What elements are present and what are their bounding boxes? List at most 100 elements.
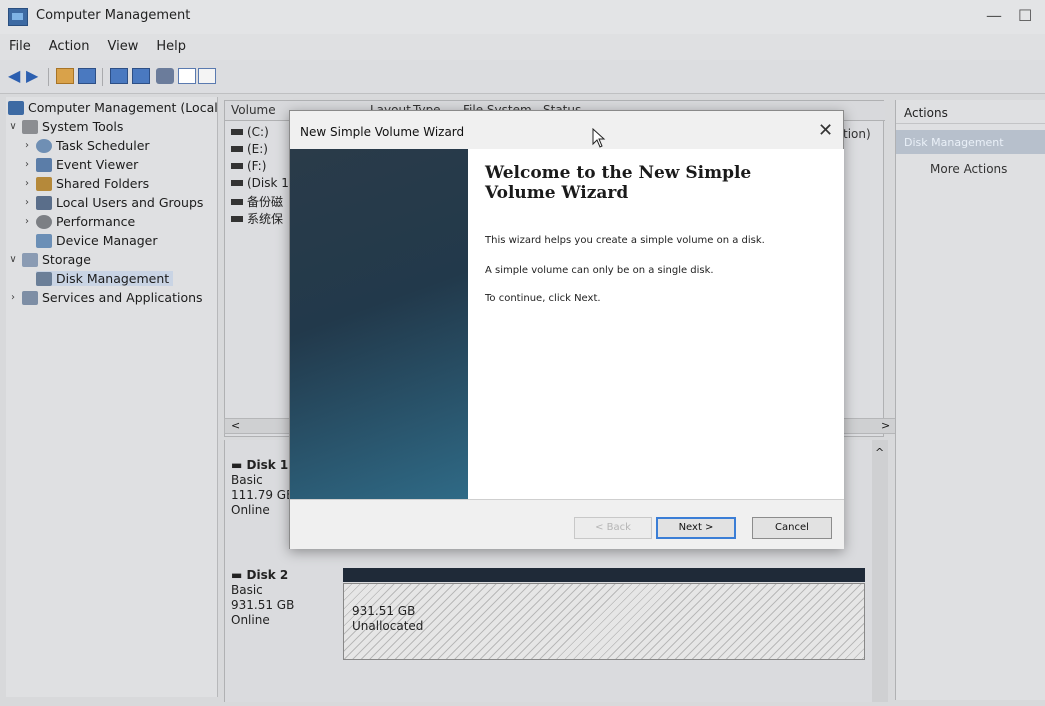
disk-icon: ▬ [231,458,247,472]
actions-header: Actions [896,100,1045,124]
computer-management-icon [8,8,28,26]
tree-performance[interactable]: › Performance [22,214,135,229]
chevron-down-icon[interactable]: ∨ [8,254,18,265]
computer-management-icon [8,100,24,115]
maximize-button[interactable]: ☐ [1018,6,1032,25]
toolbar: ◀ ▶ [0,60,1045,94]
tree-services[interactable]: › Services and Applications [8,290,203,305]
disk1-size: 111.79 GB [231,488,295,502]
partition-state: Unallocated [352,619,424,633]
properties-icon[interactable] [132,68,150,84]
tree-task-scheduler[interactable]: › Task Scheduler [22,138,150,153]
actions-pane: Actions Disk Management More Actions [895,100,1045,700]
shared-folder-icon [36,176,52,191]
wizard-text-3: To continue, click Next. [485,293,601,304]
tree-device-manager[interactable]: Device Manager [36,233,158,248]
disk2-name: Disk 2 [246,568,289,582]
disk1-state: Online [231,503,270,517]
column-capacity-tail: tion) [843,127,871,141]
forward-arrow-icon[interactable]: ▶ [26,68,44,84]
back-button[interactable]: < Back [574,517,652,539]
actions-disk-management[interactable]: Disk Management [896,130,1045,154]
volume-row[interactable]: (C:) [231,125,269,139]
performance-icon [36,214,52,229]
tree-system-tools[interactable]: ∨ System Tools [8,119,123,134]
menu-view[interactable]: View [98,34,147,60]
column-volume[interactable]: Volume [231,103,276,117]
wizard-banner-image [290,149,468,499]
tree-disk-management[interactable]: Disk Management [36,271,174,286]
wizard-heading: Welcome to the New Simple Volume Wizard [485,163,752,203]
checkbox-icon[interactable] [178,68,196,84]
menu-action[interactable]: Action [40,34,99,60]
volume-row[interactable]: (Disk 1 [231,176,289,190]
disk2-type: Basic [231,583,263,597]
drive-icon [231,146,243,152]
tree-root[interactable]: Computer Management (Local [8,100,218,115]
drive-icon [231,198,243,205]
disk2-size: 931.51 GB [231,598,295,612]
services-icon [22,290,38,305]
wizard-title: New Simple Volume Wizard [300,125,465,139]
wizard-text-2: A simple volume can only be on a single … [485,265,714,276]
tree-storage[interactable]: ∨ Storage [8,252,91,267]
disk-management-icon [36,271,52,286]
disk2-info[interactable]: ▬ Disk 2 Basic 931.51 GB Online [231,568,294,628]
drive-icon [231,180,243,186]
menu-bar: File Action View Help [0,34,1045,60]
minimize-button[interactable]: — [986,6,1002,25]
cancel-button[interactable]: Cancel [752,517,832,539]
event-viewer-icon [36,157,52,172]
system-tools-icon [22,119,38,134]
scroll-left-arrow[interactable]: < [231,419,240,432]
toolbar-separator [102,68,103,86]
show-hide-tree-icon[interactable] [78,68,96,84]
chevron-right-icon[interactable]: › [8,292,18,303]
connect-icon[interactable] [156,68,174,84]
clock-icon [36,138,52,153]
volume-row[interactable]: (F:) [231,159,266,173]
tree-shared-folders[interactable]: › Shared Folders [22,176,149,191]
up-folder-icon[interactable] [56,68,74,84]
window-title: Computer Management [36,8,191,23]
chevron-right-icon[interactable]: › [22,140,32,151]
storage-icon [22,252,38,267]
disk2-unallocated-partition[interactable]: 931.51 GB Unallocated [343,583,865,660]
chevron-down-icon[interactable]: ∨ [8,121,18,132]
title-bar: Computer Management — ☐ [0,0,1045,34]
volume-row[interactable]: 备份磁 [231,193,283,210]
scroll-up-arrow[interactable]: ^ [875,446,884,459]
tree-event-viewer[interactable]: › Event Viewer [22,157,138,172]
disk2-state: Online [231,613,270,627]
vertical-scrollbar[interactable]: ^ [872,440,888,702]
disk2-partition-header [343,568,865,582]
menu-help[interactable]: Help [147,34,195,60]
disk1-name: Disk 1 [246,458,289,472]
volume-row[interactable]: (E:) [231,142,268,156]
chevron-right-icon[interactable]: › [22,197,32,208]
device-manager-icon [36,233,52,248]
new-simple-volume-wizard: New Simple Volume Wizard ✕ Welcome to th… [289,110,844,549]
chevron-right-icon[interactable]: › [22,159,32,170]
more-actions-link[interactable]: More Actions [930,162,1007,176]
disk1-info[interactable]: ▬ Disk 1 Basic 111.79 GB Online [231,458,294,518]
drive-icon [231,215,243,222]
drive-icon [231,163,243,169]
users-icon [36,195,52,210]
back-arrow-icon[interactable]: ◀ [8,68,26,84]
tree-local-users[interactable]: › Local Users and Groups [22,195,203,210]
wizard-button-bar: < Back Next > Cancel [290,499,844,549]
list-view-icon[interactable] [198,68,216,84]
disk-icon: ▬ [231,568,247,582]
next-button[interactable]: Next > [656,517,736,539]
mouse-cursor-icon [592,128,606,148]
chevron-right-icon[interactable]: › [22,216,32,227]
drive-icon [231,129,243,135]
scroll-right-arrow[interactable]: > [881,419,890,432]
chevron-right-icon[interactable]: › [22,178,32,189]
help-icon[interactable] [110,68,128,84]
menu-file[interactable]: File [0,34,40,60]
partition-size: 931.51 GB [352,604,416,618]
close-icon[interactable]: ✕ [818,120,833,141]
volume-row[interactable]: 系统保 [231,210,283,227]
